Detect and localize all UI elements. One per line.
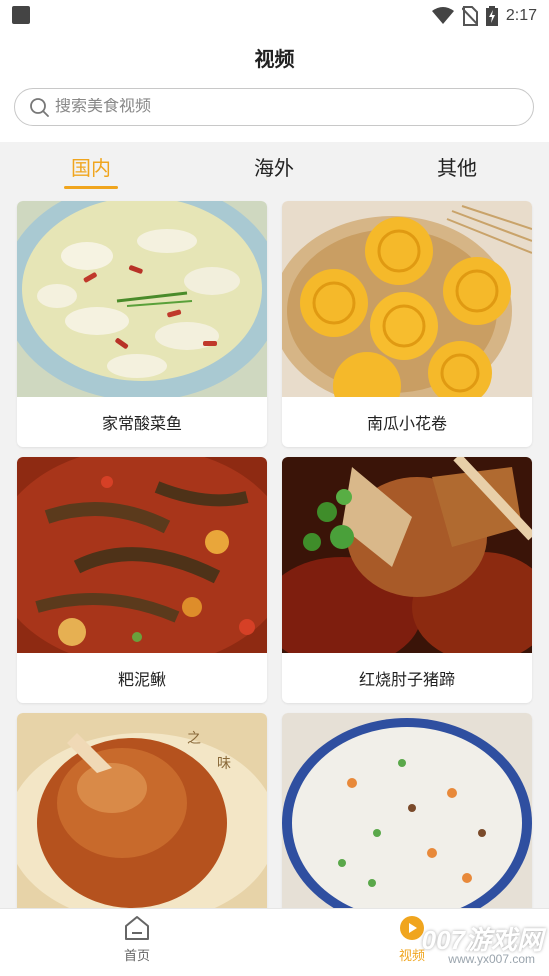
- search-input[interactable]: [55, 98, 495, 116]
- video-card[interactable]: 之 味: [17, 713, 267, 908]
- video-thumbnail: [282, 713, 532, 908]
- svg-text:味: 味: [217, 756, 231, 772]
- video-card[interactable]: 家常酸菜鱼: [17, 201, 267, 447]
- wifi-icon: [431, 7, 454, 24]
- active-tab-indicator: [64, 186, 118, 189]
- nav-home[interactable]: 首页: [97, 915, 177, 971]
- video-thumbnail: [17, 201, 267, 397]
- no-sim-icon: [461, 6, 478, 26]
- video-thumbnail: [17, 457, 267, 653]
- battery-charging-icon: [485, 6, 498, 26]
- video-title: 家常酸菜鱼: [101, 416, 182, 433]
- search-bar[interactable]: [14, 88, 534, 126]
- video-thumbnail: 之 味: [17, 713, 267, 908]
- header: 视频: [0, 32, 549, 82]
- search-icon: [30, 98, 49, 117]
- tab-other[interactable]: 其他: [397, 142, 517, 190]
- watermark-url: www.yx007.com: [448, 952, 535, 966]
- app-notification-icon: [12, 6, 30, 24]
- video-thumbnail: [282, 457, 532, 653]
- tab-domestic[interactable]: 国内: [31, 142, 151, 190]
- svg-text:之: 之: [187, 731, 201, 747]
- status-time: 2:17: [505, 7, 537, 24]
- video-card[interactable]: [282, 713, 532, 908]
- status-indicators: 2:17: [431, 4, 537, 28]
- video-card[interactable]: 红烧肘子猪蹄: [282, 457, 532, 703]
- video-grid: 家常酸菜鱼 南瓜小花卷 粑泥鳅 红烧肘子猪蹄 之 味: [0, 192, 549, 908]
- page-title: 视频: [254, 48, 295, 71]
- video-title: 红烧肘子猪蹄: [358, 672, 455, 689]
- video-card[interactable]: 粑泥鳅: [17, 457, 267, 703]
- video-title: 南瓜小花卷: [366, 416, 447, 433]
- home-icon: [125, 916, 149, 940]
- tab-overseas[interactable]: 海外: [214, 142, 334, 190]
- nav-home-label: 首页: [123, 948, 150, 963]
- video-thumbnail: [282, 201, 532, 397]
- status-bar: 2:17: [0, 0, 549, 32]
- video-card[interactable]: 南瓜小花卷: [282, 201, 532, 447]
- video-title: 粑泥鳅: [117, 672, 166, 689]
